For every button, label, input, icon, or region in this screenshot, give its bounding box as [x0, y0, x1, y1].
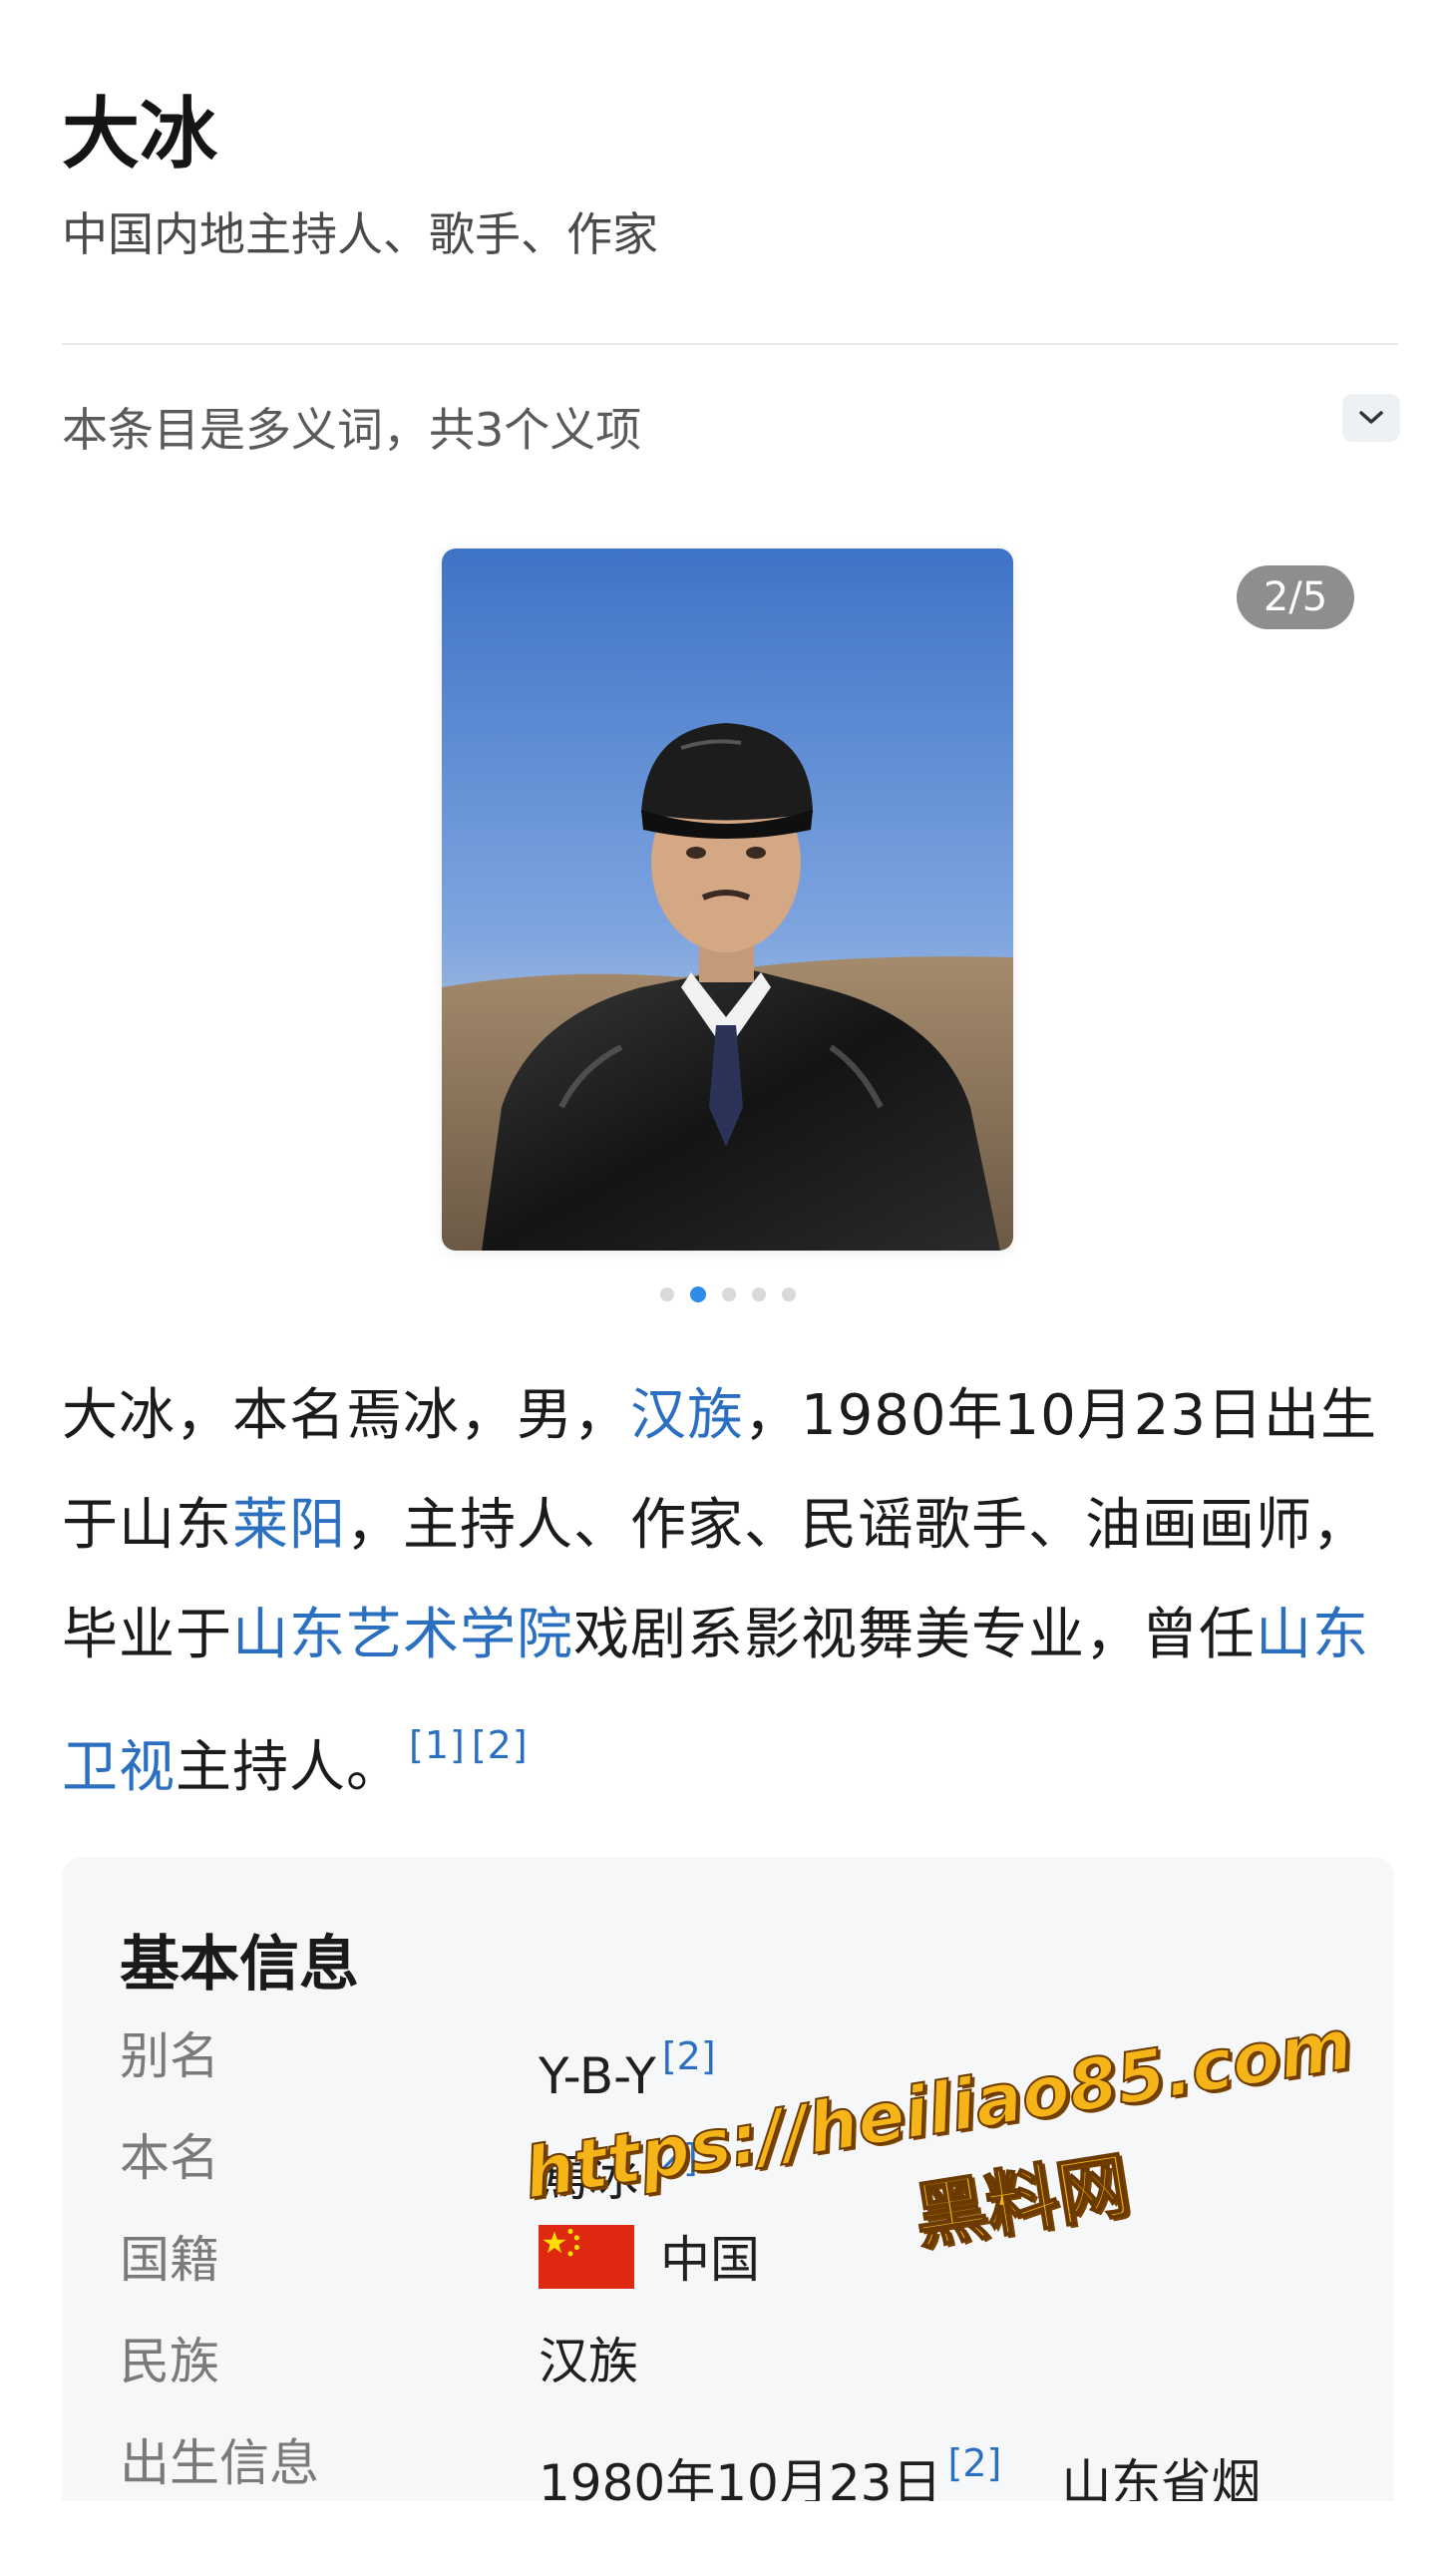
link-school[interactable]: 山东艺术学院 [232, 1603, 573, 1667]
person-portrait-image [442, 548, 1013, 1251]
info-label: 国籍 [120, 2231, 219, 2289]
entry-title: 大冰 [62, 89, 218, 180]
info-row-real-name: 本名 焉冰 [2] [120, 2118, 1336, 2207]
info-row-nationality: 国籍 中国 [120, 2220, 1336, 2300]
china-flag-icon [539, 2225, 634, 2289]
polysemy-text: 本条目是多义词，共3个义项 [62, 403, 642, 457]
gallery-pagination-dots[interactable] [0, 1286, 1456, 1302]
entry-header: 大冰 中国内地主持人、歌手、作家 [62, 96, 1398, 262]
encyclopedia-page: 大冰 中国内地主持人、歌手、作家 本条目是多义词，共3个义项 2/5 大冰，本名… [0, 0, 1456, 2553]
gallery-dot[interactable] [722, 1287, 736, 1301]
gallery-dot-active[interactable] [690, 1286, 706, 1302]
summary-text: 戏剧系影视舞美专业，曾任 [573, 1603, 1256, 1667]
reference-link[interactable]: [2] [644, 2136, 698, 2180]
info-value: 中国 [539, 2220, 760, 2300]
info-value-text: 焉冰 [539, 2149, 638, 2207]
gallery-dot[interactable] [752, 1287, 766, 1301]
info-value: 汉族 [539, 2322, 638, 2401]
bottom-safe-area [0, 2501, 1456, 2553]
info-label: 别名 [120, 2027, 219, 2085]
info-label: 出生信息 [120, 2434, 319, 2492]
summary-text: 主持人。 [176, 1735, 403, 1800]
info-value-text: Y-B-Y [539, 2047, 656, 2105]
gallery-dot[interactable] [782, 1287, 796, 1301]
info-row-alias: 别名 Y-B-Y [2] [120, 2016, 1336, 2105]
summary-text: 大冰，本名焉冰，男， [62, 1383, 630, 1448]
entry-subtitle: 中国内地主持人、歌手、作家 [62, 207, 658, 261]
info-row-ethnicity: 民族 汉族 [120, 2322, 1336, 2401]
info-label: 本名 [120, 2129, 219, 2187]
polysemy-row[interactable]: 本条目是多义词，共3个义项 [62, 394, 1400, 466]
basic-info-card: 基本信息 别名 Y-B-Y [2] 本名 焉冰 [2] 国籍 中国 民族 汉族 … [62, 1857, 1394, 2553]
link-ethnicity[interactable]: 汉族 [630, 1383, 744, 1448]
info-value-text: 汉族 [539, 2333, 638, 2390]
header-divider [62, 343, 1398, 345]
reference-link[interactable]: [2] [662, 2034, 716, 2078]
gallery-dot[interactable] [660, 1287, 674, 1301]
polysemy-toggle-button[interactable] [1342, 394, 1400, 442]
chevron-down-icon [1359, 411, 1383, 424]
info-value: Y-B-Y [2] [539, 2016, 716, 2116]
gallery-photo[interactable] [442, 548, 1013, 1251]
reference-link[interactable]: [1] [409, 1723, 466, 1767]
info-value: 焉冰 [2] [539, 2118, 698, 2218]
info-value-text: 中国 [660, 2231, 760, 2289]
info-row-birth: 出生信息 1980年10月23日 [2] 山东省烟 [120, 2423, 1336, 2512]
entry-summary: 大冰，本名焉冰，男，汉族，1980年10月23日出生于山东莱阳，主持人、作家、民… [62, 1361, 1398, 1823]
link-hometown[interactable]: 莱阳 [232, 1493, 346, 1558]
basic-info-title: 基本信息 [120, 1930, 359, 2000]
info-label: 民族 [120, 2333, 219, 2390]
reference-link[interactable]: [2] [948, 2441, 1002, 2485]
gallery-counter-badge: 2/5 [1237, 565, 1354, 629]
reference-link[interactable]: [2] [472, 1723, 529, 1767]
